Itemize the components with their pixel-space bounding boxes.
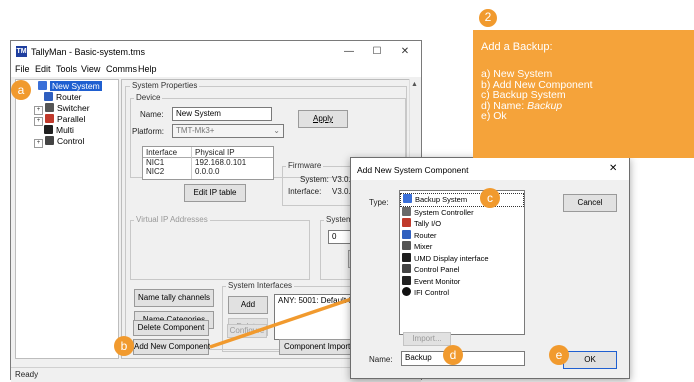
list-item-event-monitor[interactable]: Event Monitor: [400, 275, 524, 288]
import-button[interactable]: Import...: [403, 332, 451, 346]
marker-a: a: [11, 80, 31, 100]
tally-io-icon: [402, 218, 411, 227]
marker-b: b: [114, 336, 134, 356]
callout-step: e) Ok: [481, 110, 507, 122]
dialog-title-bar[interactable]: Add New System Component ✕: [351, 158, 629, 180]
mixer-icon: [402, 241, 411, 250]
list-item-label: Backup System: [415, 195, 468, 204]
system-controller-icon: [402, 206, 411, 216]
backup-system-icon: [403, 194, 412, 203]
instruction-callout: Add a Backup: a) New System b) Add New C…: [473, 30, 694, 158]
list-item-label: IFI Control: [414, 288, 450, 297]
marker-e: e: [549, 345, 569, 365]
list-item-label: System Controller: [414, 207, 474, 217]
type-label: Type:: [369, 198, 389, 207]
list-item-router[interactable]: Router: [400, 229, 524, 242]
list-item-backup-system[interactable]: Backup System: [400, 193, 524, 207]
list-item-control-panel[interactable]: Control Panel: [400, 264, 524, 276]
dialog-title: Add New System Component: [357, 165, 469, 175]
list-item-label: Router: [414, 230, 437, 240]
ifi-control-icon: [402, 287, 411, 296]
list-item-umd-display[interactable]: UMD Display interface: [400, 252, 524, 265]
cancel-button[interactable]: Cancel: [563, 194, 617, 212]
list-item-system-controller[interactable]: System Controller: [400, 206, 524, 219]
callout-heading: Add a Backup:: [481, 41, 553, 53]
dialog-close-button[interactable]: ✕: [609, 163, 617, 174]
list-item-mixer[interactable]: Mixer: [400, 241, 524, 253]
marker-c: c: [480, 188, 500, 208]
list-item-tally-io[interactable]: Tally I/O: [400, 218, 524, 230]
ok-button[interactable]: OK: [563, 351, 617, 369]
umd-display-icon: [402, 252, 411, 262]
list-item-label: UMD Display interface: [414, 253, 489, 263]
name-label: Name:: [369, 355, 393, 364]
list-item-label: Mixer: [414, 242, 433, 251]
list-item-label: Control Panel: [414, 265, 460, 274]
event-monitor-icon: [402, 275, 411, 285]
callout-steps: a) New System b) Add New Component c) Ba…: [481, 69, 593, 122]
list-item-label: Tally I/O: [414, 219, 442, 228]
list-item-label: Event Monitor: [414, 276, 461, 286]
router-icon: [402, 229, 411, 239]
marker-d: d: [443, 345, 463, 365]
control-panel-icon: [402, 264, 411, 273]
list-item-ifi-control[interactable]: IFI Control: [400, 287, 524, 299]
step-number-badge: 2: [478, 8, 498, 28]
component-name-input[interactable]: Backup: [401, 351, 525, 366]
component-type-list[interactable]: Backup System System Controller Tally I/…: [399, 190, 525, 335]
